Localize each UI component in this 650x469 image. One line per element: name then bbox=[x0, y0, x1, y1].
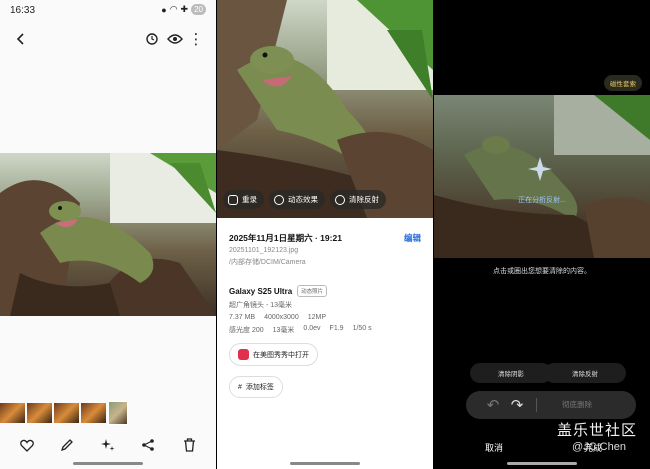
thumbnail[interactable] bbox=[0, 403, 25, 423]
viewer-panel: 16:33 ● ◠ ✚ 20 ⋮ bbox=[0, 0, 216, 469]
battery-indicator: 20 bbox=[191, 4, 206, 15]
file-specs: 7.37 MB 4000x3000 12MP bbox=[229, 314, 421, 321]
thumbnail[interactable] bbox=[27, 403, 52, 423]
cancel-button[interactable]: 取消 bbox=[485, 441, 503, 454]
remaster-chip[interactable]: 重录 bbox=[223, 190, 264, 209]
lens-info: 超广角镜头 - 13毫米 bbox=[229, 302, 293, 309]
open-in-app-label: 在美图秀秀中打开 bbox=[253, 351, 309, 359]
motion-photo-badge: 动态照片 bbox=[297, 285, 328, 297]
motion-label: 动态效果 bbox=[288, 195, 318, 204]
erase-all-button[interactable]: 彻底删除 bbox=[562, 399, 592, 410]
remove-reflection-label: 清除反射 bbox=[349, 195, 379, 204]
exposure-specs: 感光度 200 13毫米 0.0ev F1.9 1/50 s bbox=[229, 325, 421, 335]
thumbnail[interactable] bbox=[81, 403, 106, 423]
viewer-toolbar: ⋮ bbox=[0, 26, 216, 54]
lizard-photo-details bbox=[217, 0, 433, 218]
home-indicator bbox=[73, 462, 143, 465]
eye-icon[interactable] bbox=[166, 30, 184, 48]
lizard-photo bbox=[0, 153, 216, 316]
remove-shadow-button[interactable]: 清除阴影 bbox=[470, 363, 552, 383]
watermark-author: @JC.Chen bbox=[572, 441, 626, 453]
edit-button[interactable]: 编辑 bbox=[404, 232, 421, 244]
aperture: F1.9 bbox=[329, 325, 344, 332]
eraser-panel: 磁性套索 正在分析反射... 点击或圈出您想要清除的内容。 清除阴影 清除反射 … bbox=[434, 0, 650, 469]
remove-reflection-chip[interactable]: 清除反射 bbox=[330, 190, 386, 209]
meitu-app-icon bbox=[238, 349, 249, 360]
signal-icon: ✚ bbox=[180, 4, 189, 14]
motion-effect-chip[interactable]: 动态效果 bbox=[269, 190, 325, 209]
trash-icon[interactable] bbox=[180, 436, 198, 454]
thumbnail-strip bbox=[0, 401, 128, 425]
capture-date-time: 2025年11月1日星期六 · 19:21 bbox=[229, 233, 342, 243]
add-tag-label: 添加标签 bbox=[245, 384, 274, 391]
exposure-value: 0.0ev bbox=[303, 325, 321, 332]
status-time: 16:33 bbox=[10, 5, 36, 16]
file-size: 7.37 MB bbox=[229, 314, 256, 321]
file-name: 20251101_192123.jpg bbox=[229, 247, 299, 254]
screens: 16:33 ● ◠ ✚ 20 ⋮ 重录 动态效果 清除反射 2025年11月1日… bbox=[0, 0, 650, 469]
sparkle-icon[interactable] bbox=[99, 436, 117, 454]
lizard-photo-drawing bbox=[434, 95, 650, 258]
hash-icon: # bbox=[238, 383, 242, 391]
remove-reflection-button[interactable]: 清除反射 bbox=[544, 363, 626, 383]
status-icons: ● ◠ ✚ 20 bbox=[161, 4, 206, 15]
lizard-photo-drawing bbox=[0, 153, 216, 316]
focal-length: 13毫米 bbox=[272, 327, 295, 334]
analyzing-status: 正在分析反射... bbox=[518, 197, 566, 204]
status-bar: 16:33 ● ◠ ✚ 20 bbox=[0, 0, 216, 20]
wifi-icon: ◠ bbox=[169, 4, 178, 14]
lizard-photo-eraser bbox=[434, 95, 650, 258]
device-name: Galaxy S25 Ultra bbox=[229, 286, 293, 296]
motion-icon bbox=[274, 194, 284, 205]
share-icon[interactable] bbox=[139, 436, 157, 454]
lizard-photo-drawing bbox=[217, 0, 433, 218]
lasso-tag[interactable]: 磁性套索 bbox=[604, 75, 642, 91]
file-path: /内部存储/DCIM/Camera bbox=[229, 259, 306, 266]
add-tag-button[interactable]: # 添加标签 bbox=[229, 376, 283, 398]
photo-actions: 重录 动态效果 清除反射 bbox=[223, 190, 386, 209]
megapixels: 12MP bbox=[307, 314, 327, 321]
home-indicator bbox=[290, 462, 360, 465]
pencil-icon[interactable] bbox=[58, 436, 76, 454]
thumbnail[interactable] bbox=[54, 403, 79, 423]
reflection-icon bbox=[335, 194, 345, 205]
undo-icon[interactable]: ↶ bbox=[484, 396, 502, 414]
undo-redo-bar: ↶ ↷ 彻底删除 bbox=[466, 391, 636, 419]
iso: 感光度 200 bbox=[229, 327, 264, 334]
eraser-hint: 点击或圈出您想要清除的内容。 bbox=[493, 268, 591, 275]
details-panel: 重录 动态效果 清除反射 2025年11月1日星期六 · 19:21 编辑 20… bbox=[217, 0, 433, 469]
remaster-icon bbox=[228, 194, 238, 205]
watermark-brand: 盖乐世社区 bbox=[557, 422, 638, 439]
home-indicator bbox=[507, 462, 577, 465]
thumbnail-selected[interactable] bbox=[108, 401, 128, 425]
viewer-bottom-bar bbox=[0, 434, 216, 456]
resolution: 4000x3000 bbox=[264, 314, 299, 321]
redo-icon[interactable]: ↷ bbox=[508, 396, 526, 414]
remaster-label: 重录 bbox=[242, 195, 257, 204]
open-in-app-button[interactable]: 在美图秀秀中打开 bbox=[229, 343, 318, 366]
remaster-icon[interactable] bbox=[143, 30, 161, 48]
record-icon: ● bbox=[161, 4, 167, 15]
divider bbox=[536, 398, 537, 412]
device-row: Galaxy S25 Ultra 动态照片 bbox=[229, 285, 421, 297]
more-icon[interactable]: ⋮ bbox=[187, 30, 205, 48]
heart-icon[interactable] bbox=[18, 436, 36, 454]
shutter-speed: 1/50 s bbox=[352, 325, 372, 332]
back-arrow-icon[interactable] bbox=[12, 30, 30, 48]
